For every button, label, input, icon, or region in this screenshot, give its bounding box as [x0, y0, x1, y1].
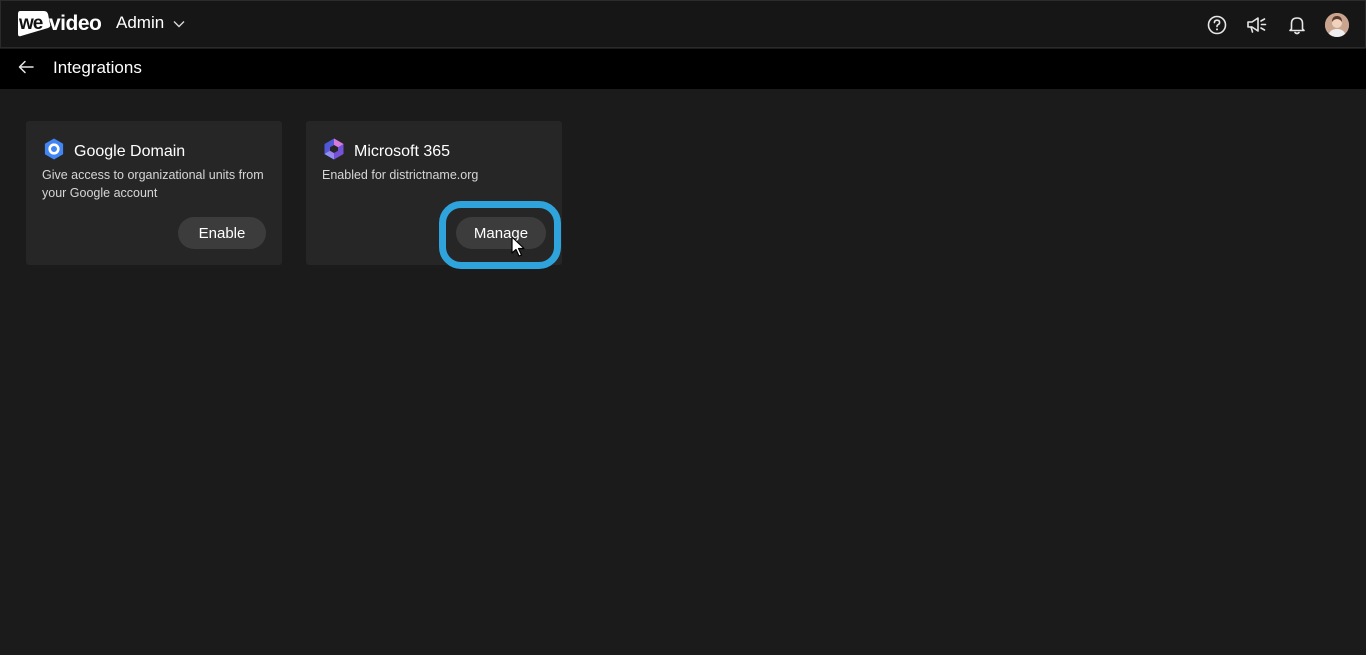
announcements-icon[interactable]: [1245, 13, 1269, 37]
integrations-content: Google Domain Give access to organizatio…: [0, 89, 1366, 655]
google-domain-icon: [42, 137, 66, 166]
card-description: Give access to organizational units from…: [42, 168, 264, 200]
microsoft-365-icon: [322, 137, 346, 166]
logo-video-text: video: [49, 12, 102, 35]
back-button[interactable]: [16, 59, 36, 79]
card-header: Microsoft 365: [322, 137, 450, 166]
top-actions: [1205, 13, 1349, 37]
logo-we-text: we: [19, 13, 43, 34]
avatar: [1325, 13, 1349, 37]
wevideo-logo[interactable]: we video: [16, 8, 102, 40]
logo-we-badge: we: [16, 8, 52, 40]
avatar-button[interactable]: [1325, 13, 1349, 37]
integration-card-microsoft: Microsoft 365 Enabled for districtname.o…: [306, 121, 562, 269]
integration-card-google: Google Domain Give access to organizatio…: [26, 121, 282, 265]
app-switcher-label: Admin: [116, 13, 165, 32]
card-header: Google Domain: [42, 137, 185, 166]
page-header: Integrations: [0, 49, 1366, 89]
app-switcher[interactable]: Admin: [116, 13, 185, 33]
top-bar: we video Admin: [0, 0, 1366, 48]
manage-button[interactable]: Manage: [456, 217, 546, 249]
notifications-icon[interactable]: [1285, 13, 1309, 37]
help-icon[interactable]: [1205, 13, 1229, 37]
page-title: Integrations: [53, 58, 142, 77]
chevron-down-icon: [173, 13, 185, 33]
enable-button[interactable]: Enable: [178, 217, 266, 249]
card-title: Google Domain: [74, 142, 186, 160]
back-arrow-icon: [18, 60, 34, 79]
card-description: Enabled for districtname.org: [322, 168, 479, 182]
card-title: Microsoft 365: [354, 142, 451, 160]
